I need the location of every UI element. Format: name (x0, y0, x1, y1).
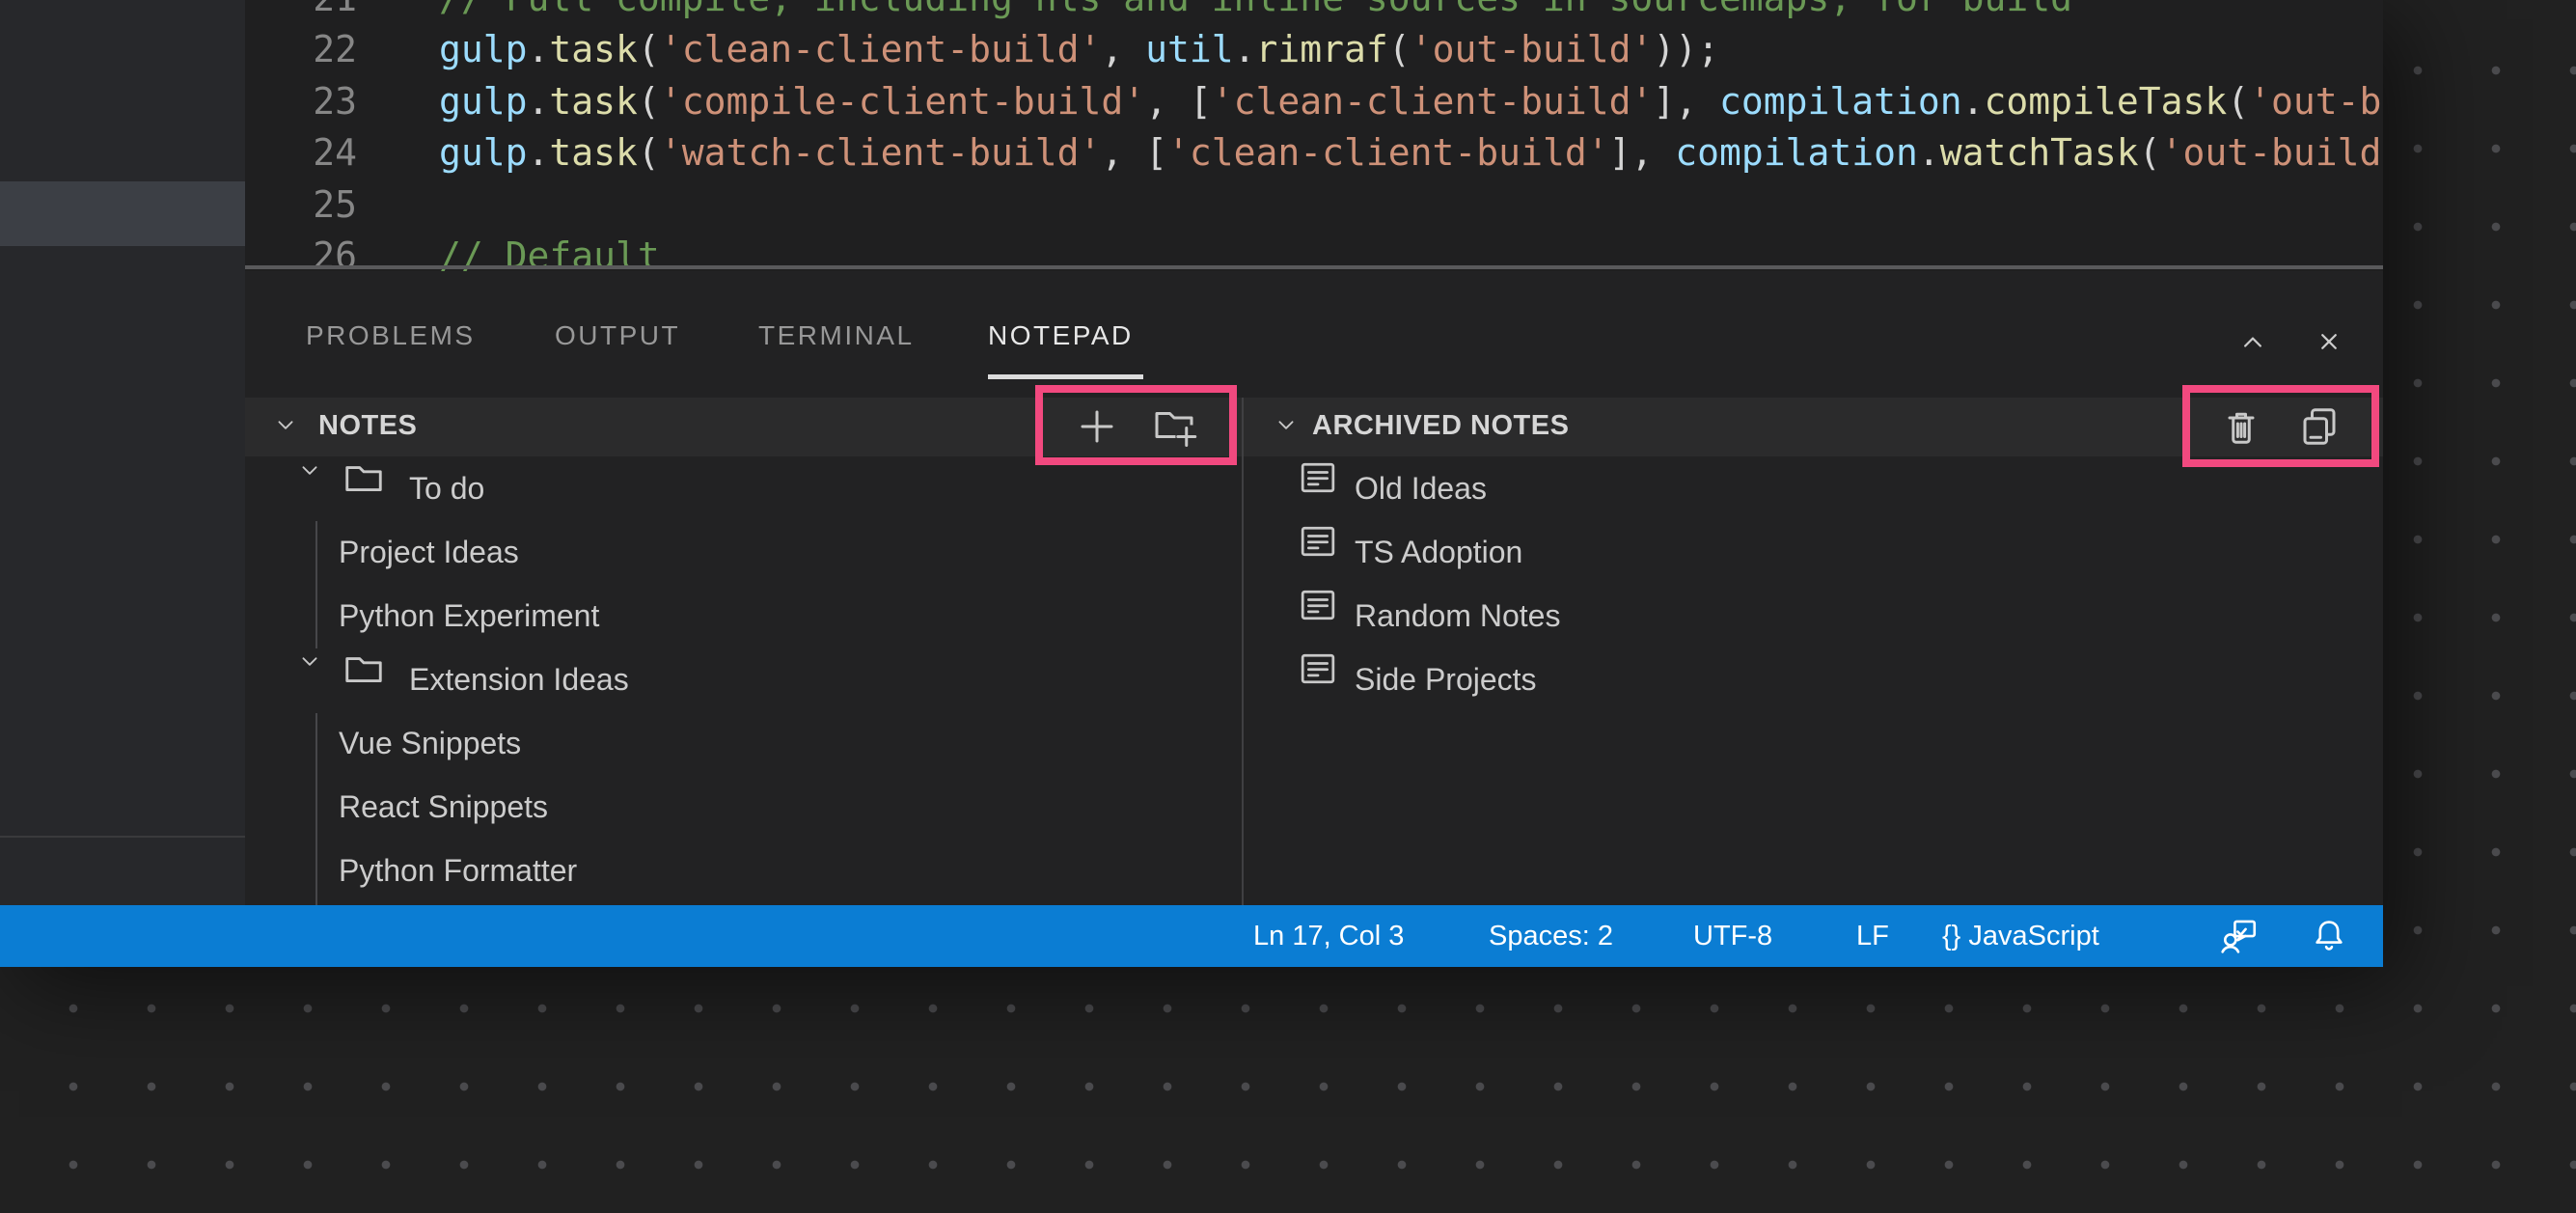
line-number: 21 (245, 0, 357, 19)
code-text: // Full compile, including nls and inlin… (439, 0, 2072, 19)
tree-item-react-snippets[interactable]: React Snippets (245, 775, 1242, 839)
panel-tab-output[interactable]: OUTPUT (555, 317, 680, 355)
statusbar-indentation[interactable]: Spaces: 2 (1489, 905, 1613, 967)
line-number: 24 (245, 131, 357, 174)
tree-note-label: Vue Snippets (339, 711, 521, 775)
notes-section-title[interactable]: NOTES (318, 410, 417, 442)
code-line: 22 gulp.task('clean-client-build', util.r… (245, 24, 2383, 76)
code-text: gulp.task('compile-client-build', ['clea… (439, 80, 2383, 123)
line-number: 22 (245, 28, 357, 70)
note-icon (1297, 584, 1339, 626)
editor-lines: 21 // Full compile, including nls and inl… (245, 0, 2383, 271)
tree-note-label: Project Ideas (339, 520, 519, 584)
archived-notes-section-title[interactable]: ARCHIVED NOTES (1312, 410, 1569, 442)
tree-folder-label: To do (409, 456, 484, 520)
folder-icon (342, 648, 386, 692)
sidebar-cutoff (0, 0, 245, 905)
sidebar-divider (0, 836, 245, 838)
statusbar-cursor-position[interactable]: Ln 17, Col 3 (1253, 905, 1404, 967)
panel-tab-terminal[interactable]: TERMINAL (758, 317, 915, 355)
tree-indent-guide (315, 521, 317, 648)
bottom-panel: PROBLEMS OUTPUT TERMINAL NOTEPAD NOTES ARCH… (245, 271, 2383, 905)
tree-note-label: Python Formatter (339, 839, 577, 902)
feedback-icon[interactable] (2219, 916, 2260, 956)
panel-tab-notepad[interactable]: NOTEPAD (988, 317, 1134, 355)
line-number: 23 (245, 80, 357, 123)
chevron-down-icon[interactable] (271, 411, 300, 440)
archived-note-label: Random Notes (1355, 584, 1560, 648)
section-header-band: NOTES ARCHIVED NOTES (245, 398, 2383, 456)
chevron-down-icon[interactable] (295, 648, 324, 676)
statusbar-language-mode[interactable]: {} JavaScript (1942, 905, 2099, 967)
archived-item-random-notes[interactable]: Random Notes (1245, 584, 2383, 648)
code-line: 24 gulp.task('watch-client-build', ['clea… (245, 127, 2383, 179)
tree-note-label: Python Experiment (339, 584, 599, 648)
note-icon (1297, 456, 1339, 499)
archived-item-side-projects[interactable]: Side Projects (1245, 648, 2383, 711)
notes-lists: To doProject IdeasPython ExperimentExten… (245, 456, 2383, 905)
editor-horizontal-scrollbar[interactable] (245, 265, 2383, 269)
archived-item-ts-adoption[interactable]: TS Adoption (1245, 520, 2383, 584)
sidebar-selected-row[interactable] (0, 181, 245, 246)
archived-note-label: Old Ideas (1355, 456, 1487, 520)
active-tab-underline (988, 374, 1143, 379)
maximize-panel-button[interactable] (2235, 324, 2270, 359)
folder-icon (342, 456, 386, 501)
note-icon (1297, 648, 1339, 690)
archived-note-label: Side Projects (1355, 648, 1537, 711)
tree-item-extension-ideas[interactable]: Extension Ideas (245, 648, 1242, 711)
tree-note-label: React Snippets (339, 775, 548, 839)
code-line: 25 (245, 179, 2383, 231)
code-line: 23 gulp.task('compile-client-build', ['cl… (245, 75, 2383, 127)
code-editor[interactable]: 21 // Full compile, including nls and inl… (245, 0, 2383, 271)
statusbar-end-of-line[interactable]: LF (1856, 905, 1889, 967)
close-panel-button[interactable] (2312, 324, 2346, 359)
tree-item-to-do[interactable]: To do (245, 456, 1242, 520)
code-line: 21 // Full compile, including nls and inl… (245, 0, 2383, 24)
note-icon (1297, 520, 1339, 563)
tree-item-vue-snippets[interactable]: Vue Snippets (245, 711, 1242, 775)
panel-tab-problems[interactable]: PROBLEMS (306, 317, 476, 355)
duplicate-icon[interactable] (2296, 403, 2343, 450)
tree-item-python-formatter[interactable]: Python Formatter (245, 839, 1242, 902)
new-note-icon[interactable] (1074, 403, 1120, 450)
tree-folder-label: Extension Ideas (409, 648, 629, 711)
statusbar-encoding[interactable]: UTF-8 (1693, 905, 1772, 967)
archived-item-old-ideas[interactable]: Old Ideas (1245, 456, 2383, 520)
vscode-window: 21 // Full compile, including nls and inl… (0, 0, 2383, 967)
code-text: gulp.task('watch-client-build', ['clean-… (439, 131, 2383, 174)
tree-item-python-experiment[interactable]: Python Experiment (245, 584, 1242, 648)
tree-indent-guide (315, 713, 317, 905)
bell-icon[interactable] (2309, 916, 2349, 956)
trash-icon[interactable] (2218, 403, 2264, 450)
code-text: gulp.task('clean-client-build', util.rim… (439, 28, 1719, 70)
documentation-page-background: { "colors": { "annotation_pink": "#F2497… (0, 0, 2576, 1213)
tree-item-project-ideas[interactable]: Project Ideas (245, 520, 1242, 584)
chevron-down-icon[interactable] (1272, 411, 1301, 440)
new-folder-icon[interactable] (1151, 403, 1197, 450)
chevron-down-icon[interactable] (295, 456, 324, 485)
status-bar: Ln 17, Col 3 Spaces: 2 UTF-8 LF {} JavaScrip… (0, 905, 2383, 967)
archived-note-label: TS Adoption (1355, 520, 1522, 584)
line-number: 25 (245, 183, 357, 226)
